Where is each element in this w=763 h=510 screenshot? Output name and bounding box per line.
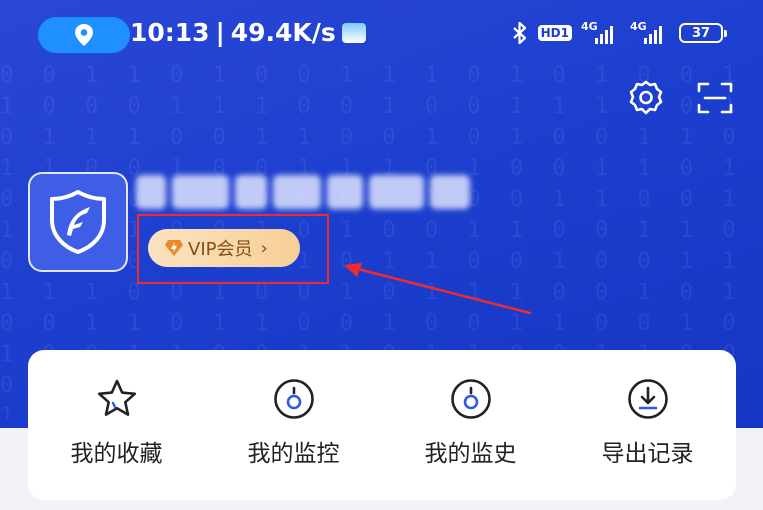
annotation-highlight-box [137,214,329,284]
scan-icon[interactable] [695,78,735,118]
bluetooth-icon [512,21,526,45]
battery-icon: 37 [679,23,727,43]
menu-item-label: 我的监控 [247,441,340,467]
username-blurred [136,170,470,214]
status-time: 10:13 [130,18,210,47]
history-icon [450,379,491,419]
quick-menu-card: 我的收藏 我的监控 我的监史 导出记录 [28,350,736,500]
hd-badge: HD1 [537,25,572,41]
menu-item-export-records[interactable]: 导出记录 [568,376,728,468]
menu-item-favorites[interactable]: 我的收藏 [37,376,197,468]
menu-item-history[interactable]: 我的监史 [391,376,551,468]
location-indicator[interactable] [38,17,130,53]
star-icon [97,379,136,416]
signal-icon: 4G [581,20,621,46]
battery-level: 37 [691,25,711,41]
weather-icon [341,22,366,43]
status-separator: | [215,18,225,47]
menu-item-label: 导出记录 [601,441,694,467]
status-time-speed: 10:13 | 49.4K/s [130,18,366,47]
shield-logo-icon [50,190,106,254]
avatar[interactable] [28,172,128,272]
menu-item-monitoring[interactable]: 我的监控 [214,376,374,468]
menu-item-label: 我的收藏 [70,441,163,467]
network-speed: 49.4K/s [230,18,336,47]
monitor-icon [273,379,314,419]
location-icon [75,24,93,46]
menu-item-label: 我的监史 [424,441,517,467]
annotation-arrow [344,263,532,315]
status-indicators: HD1 4G 4G 37 [511,20,727,46]
download-icon [627,379,668,419]
status-bar: 10:13 | 49.4K/s HD1 4G 4G 37 [0,0,763,72]
signal-icon: 4G [630,20,670,46]
settings-icon[interactable] [626,78,666,118]
